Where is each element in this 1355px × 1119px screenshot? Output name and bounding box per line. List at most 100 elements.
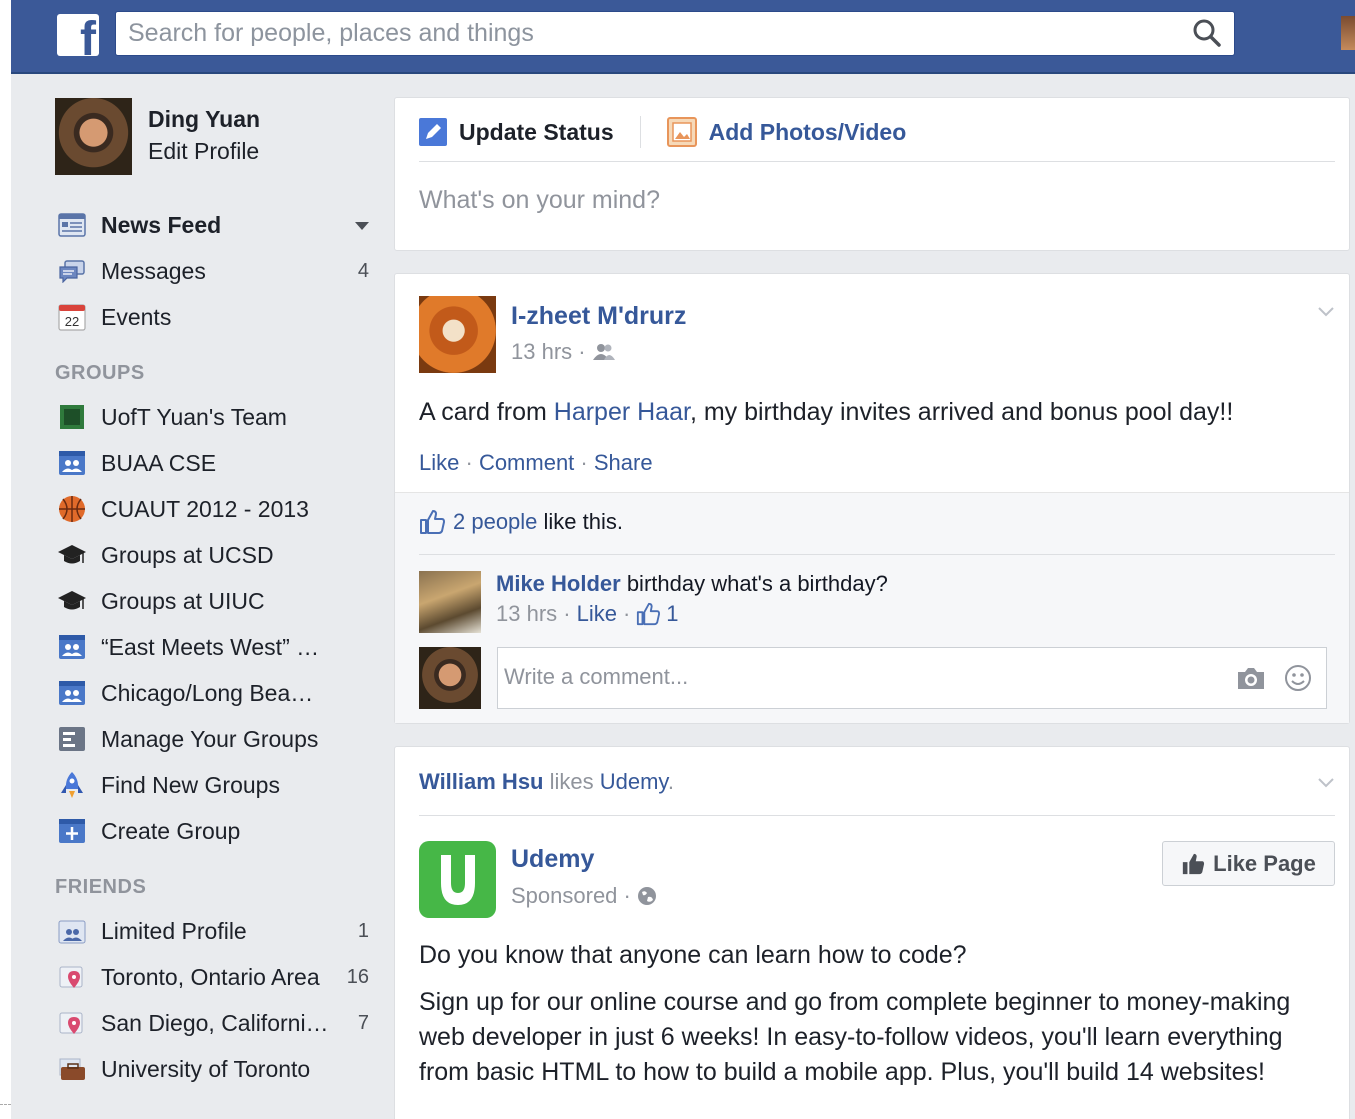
chevron-down-icon[interactable]	[1317, 773, 1335, 791]
avatar	[419, 647, 481, 709]
comment-box	[497, 647, 1327, 709]
sponsored-meta: Sponsored ·	[511, 883, 657, 909]
globe-icon[interactable]	[637, 886, 657, 906]
count-badge: 16	[346, 965, 369, 988]
messages-icon	[57, 256, 87, 286]
search-input[interactable]	[116, 12, 1156, 55]
update-status-label: Update Status	[459, 118, 614, 145]
friends-heading[interactable]: FRIENDS	[55, 876, 375, 902]
divider	[419, 554, 1335, 555]
news-feed-icon	[57, 210, 87, 240]
sidebar-item-label: Messages	[101, 257, 206, 284]
actor-link[interactable]: William Hsu	[419, 769, 544, 794]
udemy-logo-icon[interactable]	[419, 841, 496, 918]
groups-heading[interactable]: GROUPS	[55, 362, 375, 388]
comment-time[interactable]: 13 hrs ·	[496, 601, 571, 627]
group-icon	[57, 678, 87, 708]
edit-profile-link[interactable]: Edit Profile	[148, 138, 259, 165]
sidebar-item-label: Create Group	[101, 817, 241, 844]
sidebar-item-group[interactable]: Groups at UIUC	[55, 578, 375, 624]
likes-summary: 2 people like this.	[419, 509, 623, 535]
sidebar-item-label: Toronto, Ontario Area	[101, 963, 320, 990]
sidebar-item-label: Manage Your Groups	[101, 725, 319, 752]
manage-groups-icon	[57, 724, 87, 754]
chevron-down-icon[interactable]	[1317, 302, 1335, 320]
ad-headline: Do you know that anyone can learn how to…	[419, 941, 967, 969]
facebook-logo-icon[interactable]: f	[57, 14, 99, 56]
friend-list-icon	[57, 916, 87, 946]
sidebar-item-find-groups[interactable]: Find New Groups	[55, 762, 375, 808]
comment-link[interactable]: Comment	[479, 450, 574, 475]
comment-like-link[interactable]: Like	[577, 601, 617, 627]
post-author[interactable]: I-zheet M'drurz	[511, 302, 686, 331]
separator: ·	[465, 450, 473, 475]
groups-list: UofT Yuan's Team BUAA CSE CUAUT 2012 - 2…	[55, 394, 375, 854]
tab-add-photos[interactable]: Add Photos/Video	[666, 117, 907, 147]
message-count-badge: 4	[357, 259, 369, 282]
left-sidebar: Ding Yuan Edit Profile News Feed Message…	[55, 98, 375, 1092]
tab-update-status[interactable]: Update Status	[419, 118, 614, 146]
page-name[interactable]: Udemy	[511, 845, 594, 874]
like-page-button[interactable]: Like Page	[1162, 841, 1335, 886]
avatar[interactable]	[55, 98, 132, 175]
sidebar-item-friend-list[interactable]: San Diego, Californi… 7	[55, 1000, 375, 1046]
sidebar-item-label: Events	[101, 303, 172, 330]
sidebar-item-label: Find New Groups	[101, 771, 280, 798]
sidebar-item-label: CUAUT 2012 - 2013	[101, 495, 309, 522]
sidebar-item-group[interactable]: CUAUT 2012 - 2013	[55, 486, 375, 532]
likers-link[interactable]: 2 people	[453, 509, 537, 534]
comment-author[interactable]: Mike Holder	[496, 571, 621, 596]
page-link[interactable]: Udemy	[600, 769, 668, 794]
profile-name[interactable]: Ding Yuan	[148, 106, 260, 133]
calendar-icon: 22	[57, 302, 87, 332]
sidebar-item-group[interactable]: Chicago/Long Bea…	[55, 670, 375, 716]
sidebar-item-group[interactable]: “East Meets West” …	[55, 624, 375, 670]
sidebar-item-group[interactable]: BUAA CSE	[55, 440, 375, 486]
share-link[interactable]: Share	[594, 450, 653, 475]
sidebar-item-create-group[interactable]: Create Group	[55, 808, 375, 854]
graduation-cap-icon	[57, 586, 87, 616]
top-avatar[interactable]	[1341, 16, 1355, 50]
post-time[interactable]: 13 hrs ·	[511, 339, 586, 365]
composer-divider	[419, 161, 1335, 162]
chevron-down-icon[interactable]	[355, 222, 369, 230]
profile-block: Ding Yuan Edit Profile	[55, 98, 375, 176]
plus-icon	[57, 816, 87, 846]
search-box	[115, 11, 1235, 56]
sidebar-item-news-feed[interactable]: News Feed	[55, 202, 375, 248]
sidebar-item-group[interactable]: UofT Yuan's Team	[55, 394, 375, 440]
thumbs-up-icon	[420, 510, 445, 534]
group-photo-icon	[57, 402, 87, 432]
sidebar-item-group[interactable]: Groups at UCSD	[55, 532, 375, 578]
page-edge-marker	[0, 1104, 11, 1105]
camera-icon[interactable]	[1236, 665, 1266, 691]
sidebar-item-messages[interactable]: Messages 4	[55, 248, 375, 294]
like-link[interactable]: Like	[419, 450, 459, 475]
sidebar-item-label: “East Meets West” …	[101, 633, 320, 660]
sidebar-item-events[interactable]: 22 Events	[55, 294, 375, 340]
search-icon[interactable]	[1192, 18, 1222, 48]
avatar[interactable]	[419, 571, 481, 633]
avatar[interactable]	[419, 296, 496, 373]
comment-input[interactable]	[498, 648, 1198, 706]
sidebar-item-friend-list[interactable]: Toronto, Ontario Area 16	[55, 954, 375, 1000]
sidebar-item-label: University of Toronto	[101, 1055, 311, 1082]
sponsored-label[interactable]: Sponsored ·	[511, 883, 631, 909]
story-verb: likes	[543, 769, 600, 794]
sidebar-item-friend-list[interactable]: University of Toronto	[55, 1046, 375, 1092]
status-input[interactable]: What's on your mind?	[419, 186, 660, 215]
friends-audience-icon[interactable]	[592, 342, 616, 362]
sidebar-item-manage-groups[interactable]: Manage Your Groups	[55, 716, 375, 762]
thumbs-up-icon	[637, 602, 661, 626]
calendar-day-text: 22	[65, 314, 79, 329]
comment-like-count[interactable]: 1	[666, 601, 678, 627]
sidebar-item-label: Groups at UIUC	[101, 587, 265, 614]
add-photos-label: Add Photos/Video	[708, 118, 907, 145]
comment-text: birthday what's a birthday?	[620, 571, 888, 596]
sidebar-item-friend-list[interactable]: Limited Profile 1	[55, 908, 375, 954]
main-nav: News Feed Messages 4 22 Events	[55, 202, 375, 340]
tagged-person-link[interactable]: Harper Haar	[554, 398, 690, 426]
sponsored-post: William Hsu likes Udemy. Udemy Sponsored…	[394, 746, 1350, 1119]
emoji-icon[interactable]	[1284, 664, 1312, 692]
sidebar-item-label: San Diego, Californi…	[101, 1009, 329, 1036]
